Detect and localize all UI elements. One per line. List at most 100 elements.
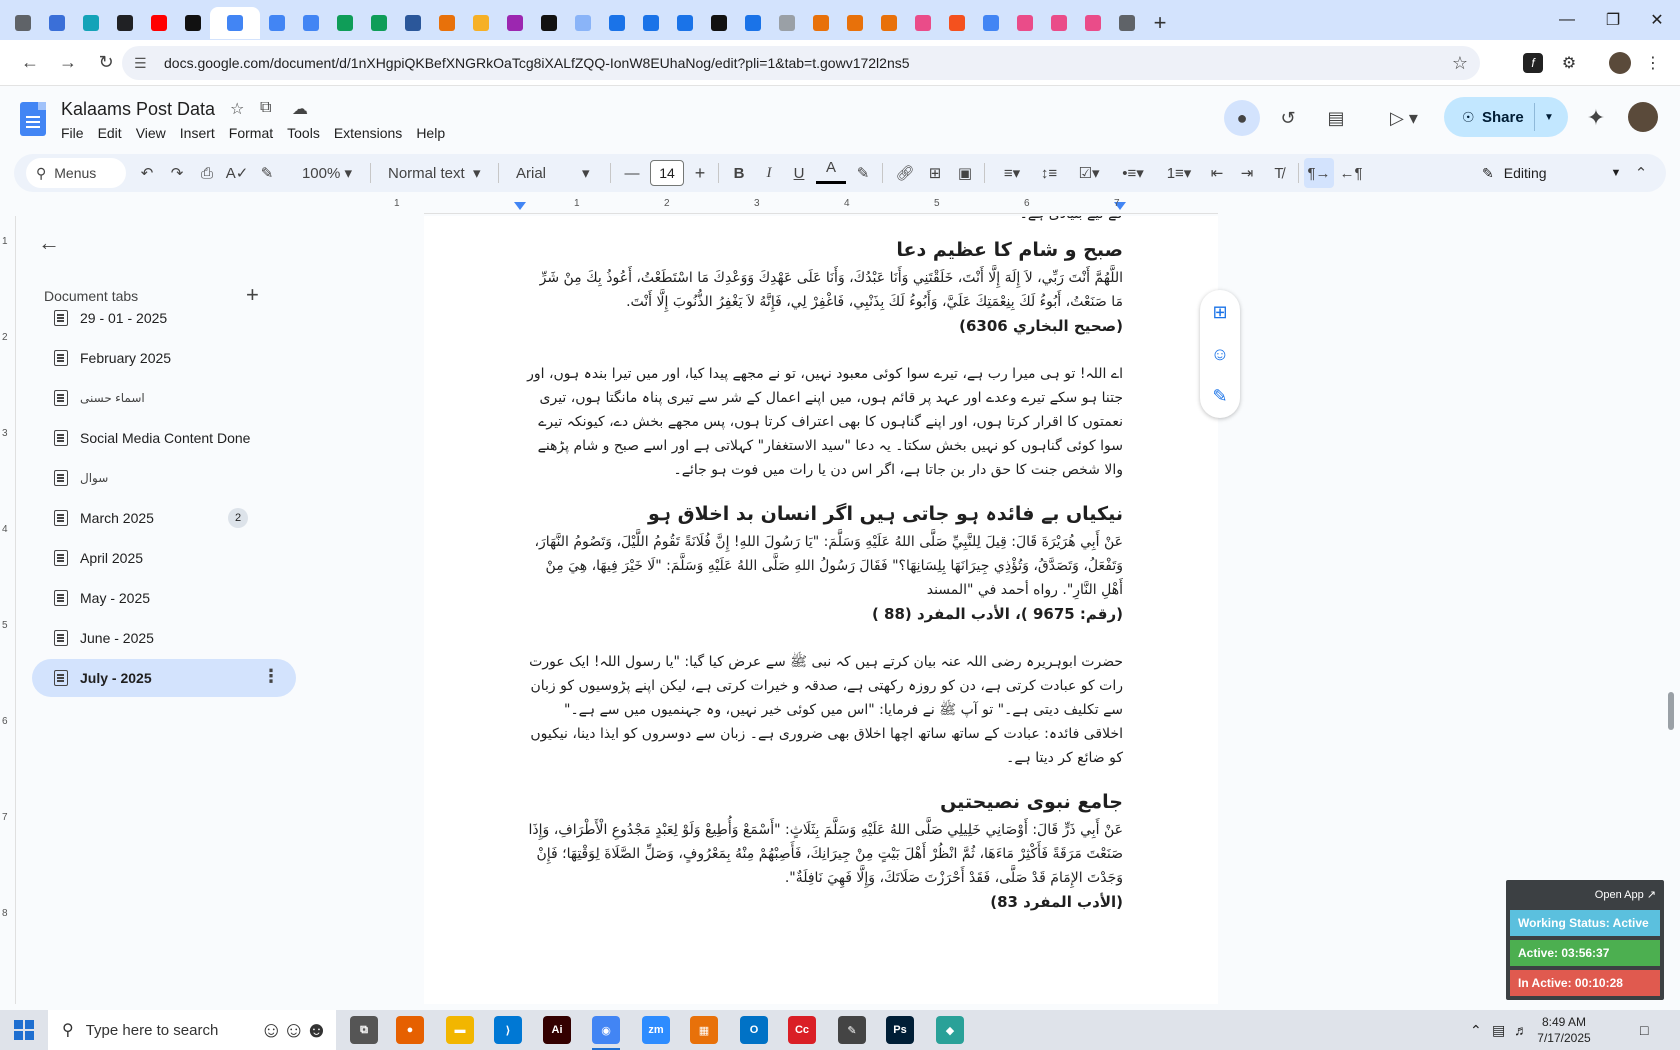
collapse-toolbar-icon[interactable]: ⌃ bbox=[1626, 154, 1656, 192]
restore-button[interactable]: ❐ bbox=[1590, 0, 1636, 40]
document-page[interactable]: کے لیے بنیادی ہے۔ صبح و شام کا عظیم دعا … bbox=[424, 216, 1218, 1004]
back-arrow-icon[interactable]: ← bbox=[38, 230, 60, 256]
url-field[interactable]: ☰ docs.google.com/document/d/1nXHgpiQKBe… bbox=[122, 46, 1480, 80]
meet-video-icon[interactable]: ▷ ▾ bbox=[1378, 100, 1430, 136]
document-tab-item[interactable]: April 2025 bbox=[32, 539, 296, 577]
open-app-link[interactable]: Open App ↗ bbox=[1595, 888, 1656, 901]
browser-tab[interactable] bbox=[294, 7, 328, 39]
browser-tab[interactable] bbox=[362, 7, 396, 39]
menu-edit[interactable]: Edit bbox=[91, 125, 129, 141]
browser-tab[interactable] bbox=[1008, 7, 1042, 39]
document-tab-item[interactable]: اسماء حسنی bbox=[32, 379, 296, 417]
browser-tab[interactable] bbox=[210, 7, 260, 39]
move-folder-icon[interactable]: ⧉ bbox=[260, 99, 271, 117]
print-icon[interactable]: ⎙ bbox=[192, 154, 222, 192]
windows-start-icon[interactable] bbox=[14, 1020, 34, 1040]
undo-icon[interactable]: ↶ bbox=[132, 154, 162, 192]
browser-tab[interactable] bbox=[74, 7, 108, 39]
new-tab-button[interactable]: + bbox=[1144, 7, 1176, 39]
browser-tab[interactable] bbox=[770, 7, 804, 39]
paint-format-icon[interactable]: ✎ bbox=[252, 154, 282, 192]
menu-help[interactable]: Help bbox=[409, 125, 452, 141]
notification-icon[interactable]: □ bbox=[1640, 1010, 1648, 1050]
horizontal-ruler[interactable]: 1 1 2 3 4 5 6 7 bbox=[394, 198, 1218, 214]
share-button[interactable]: ☉ Share ▼ bbox=[1444, 97, 1568, 137]
extensions-puzzle-icon[interactable]: ⚙ bbox=[1554, 48, 1584, 78]
style-select[interactable]: Normal text ▾ bbox=[380, 154, 492, 192]
menu-tools[interactable]: Tools bbox=[280, 125, 327, 141]
vscode-icon[interactable]: ⟩ bbox=[494, 1016, 522, 1044]
increase-indent-icon[interactable]: ⇥ bbox=[1232, 154, 1262, 192]
browser-tab[interactable] bbox=[1110, 7, 1144, 39]
document-tab-item[interactable]: June - 2025 bbox=[32, 619, 296, 657]
document-tab-item[interactable]: May - 2025 bbox=[32, 579, 296, 617]
meeting-icon[interactable]: ● bbox=[1224, 100, 1260, 136]
browser-tab[interactable] bbox=[702, 7, 736, 39]
browser-tab[interactable] bbox=[600, 7, 634, 39]
font-size-input[interactable]: 14 bbox=[650, 160, 684, 186]
bulleted-list-icon[interactable]: •≡▾ bbox=[1112, 154, 1154, 192]
forward-button[interactable]: → bbox=[52, 47, 84, 79]
checklist-icon[interactable]: ☑▾ bbox=[1068, 154, 1110, 192]
ltr-direction-icon[interactable]: ¶→ bbox=[1304, 158, 1334, 188]
site-info-icon[interactable]: ☰ bbox=[134, 55, 154, 72]
add-comment-icon[interactable]: ⊞ bbox=[920, 154, 950, 192]
menu-extensions[interactable]: Extensions bbox=[327, 125, 409, 141]
vertical-scrollbar-thumb[interactable] bbox=[1668, 692, 1674, 730]
browser-tab[interactable] bbox=[142, 7, 176, 39]
rtl-direction-icon[interactable]: ←¶ bbox=[1336, 154, 1366, 192]
profile-avatar[interactable] bbox=[1605, 48, 1635, 78]
taskbar-search[interactable]: ⚲ Type here to search ☺☺☻ bbox=[48, 1010, 336, 1050]
tab-options-icon[interactable]: ⋮ bbox=[262, 666, 280, 687]
text-color-icon[interactable]: A bbox=[816, 154, 846, 184]
docs-logo-icon[interactable] bbox=[20, 102, 46, 136]
account-avatar[interactable] bbox=[1628, 102, 1658, 132]
browser-tab[interactable] bbox=[260, 7, 294, 39]
taskbar-clock[interactable]: 8:49 AM 7/17/2025 bbox=[1522, 1014, 1606, 1046]
menu-file[interactable]: File bbox=[61, 125, 91, 141]
browser-tab[interactable] bbox=[736, 7, 770, 39]
gemini-sparkle-icon[interactable]: ✦ bbox=[1578, 100, 1614, 136]
browser-tab[interactable] bbox=[328, 7, 362, 39]
bold-icon[interactable]: B bbox=[724, 154, 754, 192]
browser-tab[interactable] bbox=[430, 7, 464, 39]
menus-search[interactable]: ⚲ Menus bbox=[26, 158, 126, 188]
add-comment-float-icon[interactable]: ⊞ bbox=[1200, 292, 1240, 332]
document-tab-item[interactable]: Social Media Content Done bbox=[32, 419, 296, 457]
browser-tab[interactable] bbox=[396, 7, 430, 39]
close-window-button[interactable]: ✕ bbox=[1634, 0, 1680, 40]
browser-tab[interactable] bbox=[804, 7, 838, 39]
decrease-font-size-icon[interactable]: — bbox=[618, 154, 646, 192]
document-tab-item[interactable]: 29 - 01 - 2025 bbox=[32, 299, 296, 337]
illustrator-icon[interactable]: Ai bbox=[543, 1016, 571, 1044]
reload-button[interactable]: ↻ bbox=[90, 47, 122, 79]
document-tab-item[interactable]: February 2025 bbox=[32, 339, 296, 377]
redo-icon[interactable]: ↷ bbox=[162, 154, 192, 192]
share-dropdown-icon[interactable]: ▼ bbox=[1544, 112, 1554, 123]
firefox-icon[interactable]: ● bbox=[396, 1016, 424, 1044]
photoshop-icon[interactable]: Ps bbox=[886, 1016, 914, 1044]
browser-tab[interactable] bbox=[1076, 7, 1110, 39]
chrome-icon[interactable]: ◉ bbox=[592, 1016, 620, 1050]
numbered-list-icon[interactable]: 1≡▾ bbox=[1158, 154, 1200, 192]
star-icon[interactable]: ☆ bbox=[230, 99, 244, 119]
browser-tab[interactable] bbox=[498, 7, 532, 39]
network-icon[interactable]: ▤ bbox=[1492, 1010, 1505, 1050]
increase-font-size-icon[interactable]: + bbox=[686, 154, 714, 192]
menu-insert[interactable]: Insert bbox=[173, 125, 222, 141]
app-grid-icon[interactable]: ▦ bbox=[690, 1016, 718, 1044]
document-tab-item[interactable]: July - 2025 ⋮ bbox=[32, 659, 296, 697]
browser-tab[interactable] bbox=[566, 7, 600, 39]
zoom-select[interactable]: 100% ▾ bbox=[292, 154, 362, 192]
browser-tab[interactable] bbox=[176, 7, 210, 39]
highlight-icon[interactable]: ✎ bbox=[848, 154, 878, 192]
browser-tab[interactable] bbox=[464, 7, 498, 39]
menu-view[interactable]: View bbox=[129, 125, 173, 141]
menu-format[interactable]: Format bbox=[222, 125, 280, 141]
left-indent-marker[interactable] bbox=[514, 202, 526, 210]
document-title[interactable]: Kalaams Post Data bbox=[61, 99, 215, 120]
spellcheck-icon[interactable]: A✓ bbox=[222, 154, 252, 192]
browser-tab[interactable] bbox=[974, 7, 1008, 39]
browser-tab[interactable] bbox=[906, 7, 940, 39]
browser-tab[interactable] bbox=[1042, 7, 1076, 39]
